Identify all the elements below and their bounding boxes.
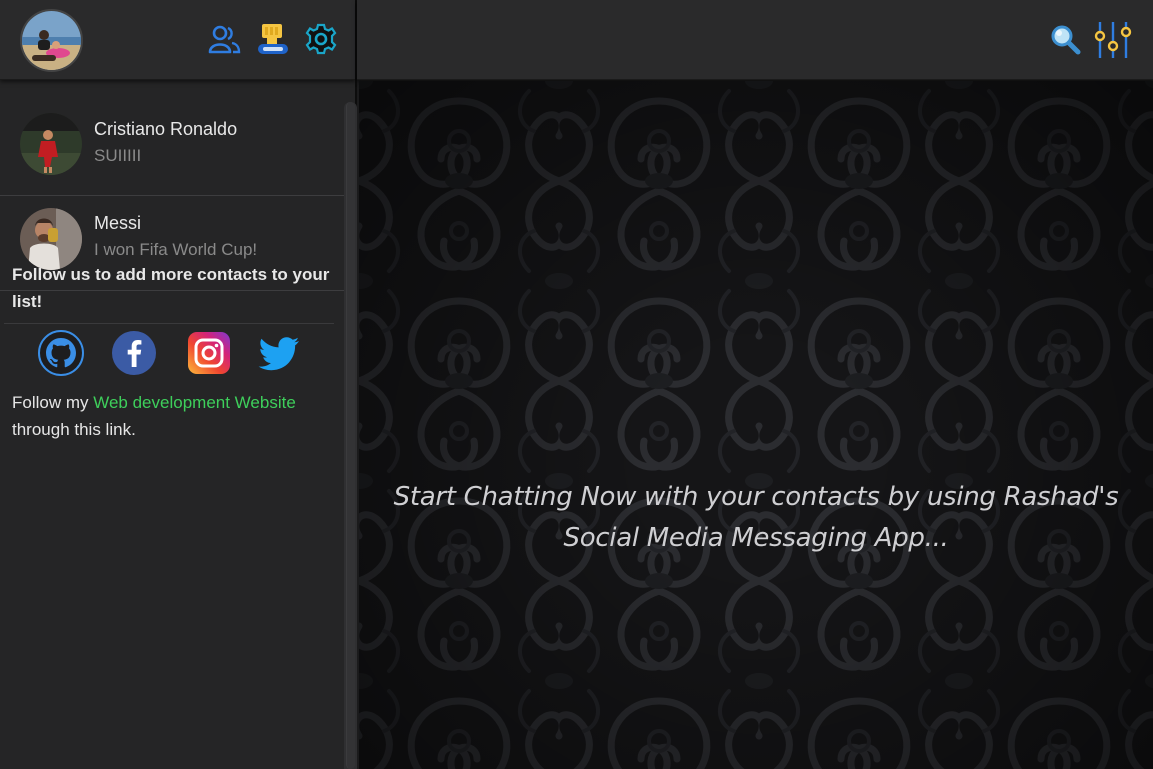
contact-name: Messi [94,213,142,233]
chat-area: Start Chatting Now with your contacts by… [359,81,1153,769]
sidebar: Cristiano Ronaldo SUIIIII Messi I won Fi… [0,0,357,769]
follow-heading: Follow us to add more contacts to your l… [12,265,330,311]
sidebar-scrollbar-thumb[interactable] [346,102,355,769]
contact-last-message: SUIIIII [94,146,142,165]
follow-text-after: through this link. [12,420,136,439]
profile-avatar[interactable] [20,9,83,72]
follow-text-before: Follow my [12,393,94,412]
divider [4,323,334,324]
chat-header [357,0,1153,80]
chat-placeholder-text: Start Chatting Now with your contacts by… [393,482,1119,553]
background-vignette [359,81,1153,769]
contact-name: Cristiano Ronaldo [94,119,238,139]
contact-avatar [20,113,82,175]
follow-text: Follow my Web development Website throug… [12,389,332,443]
facebook-icon[interactable] [111,330,157,376]
instagram-icon[interactable] [186,330,232,376]
settings-icon[interactable] [304,22,338,56]
contact-item-cristiano-ronaldo[interactable]: Cristiano Ronaldo SUIIIII [0,80,344,196]
github-icon[interactable] [38,330,84,376]
web-development-website-link[interactable]: Web development Website [93,393,296,412]
contact-last-message: I won Fifa World Cup! [94,240,258,259]
search-icon[interactable] [1048,22,1082,56]
sidebar-scrollbar[interactable] [344,102,357,769]
sidebar-header [0,0,355,80]
contacts-icon[interactable] [207,22,241,56]
twitter-icon[interactable] [256,330,302,376]
filter-icon[interactable] [1094,20,1132,60]
status-icon[interactable] [256,22,290,56]
